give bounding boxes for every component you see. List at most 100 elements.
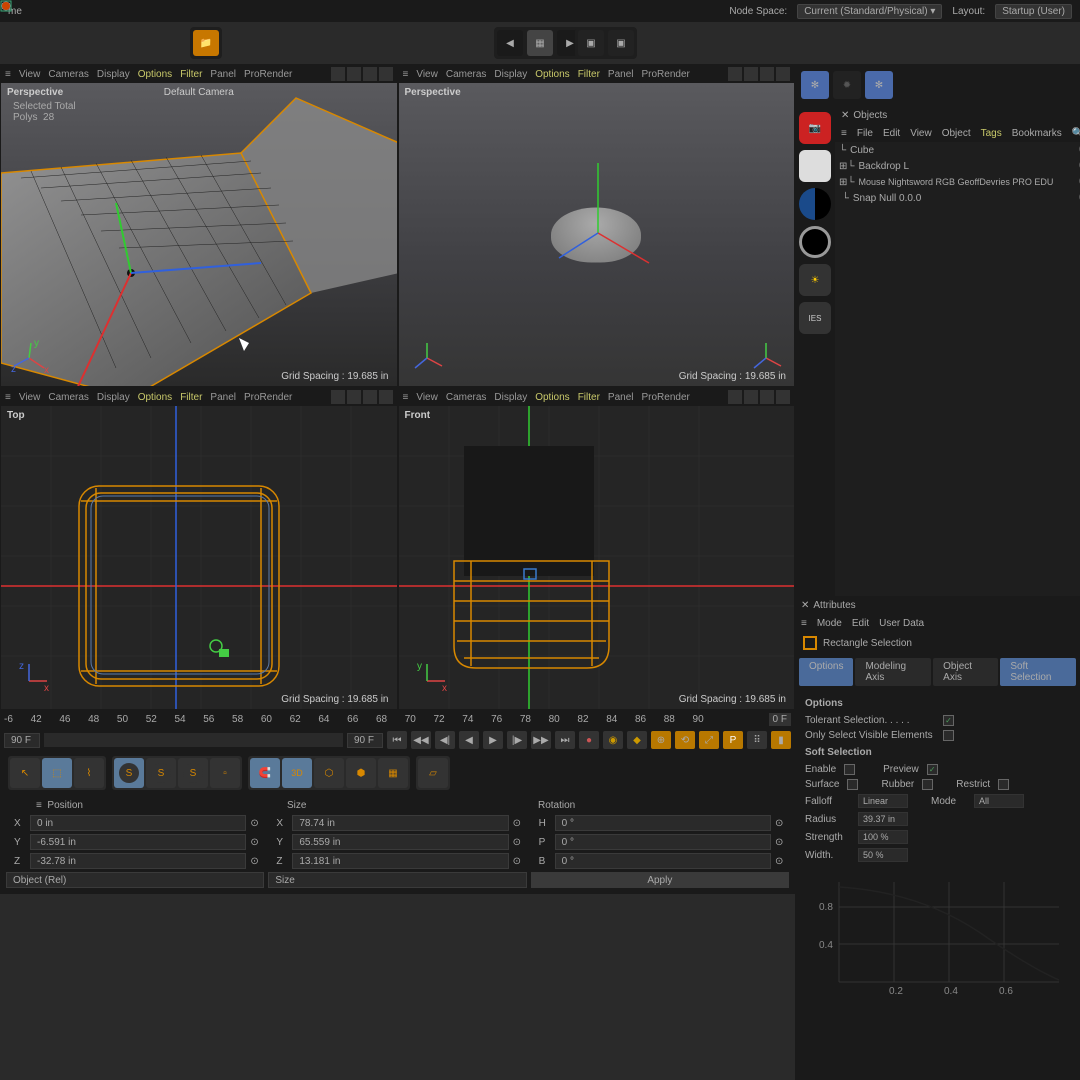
- size-x-input[interactable]: [292, 815, 508, 831]
- timeline-slider[interactable]: [44, 733, 343, 747]
- next-key-icon[interactable]: ▶▶: [531, 731, 551, 749]
- snap-tool[interactable]: S: [114, 758, 144, 788]
- pos-y-input[interactable]: [30, 834, 246, 850]
- tree-item-backdrop[interactable]: ⊞└ Backdrop L ✓: [835, 158, 1080, 174]
- strength-input[interactable]: [858, 830, 908, 844]
- fcurve-icon[interactable]: ▮: [771, 731, 791, 749]
- record-icon[interactable]: ●: [579, 731, 599, 749]
- key-param-icon[interactable]: P: [723, 731, 743, 749]
- lasso-tool[interactable]: ⌇: [74, 758, 104, 788]
- prev-frame-icon[interactable]: ◀|: [435, 731, 455, 749]
- prev-button[interactable]: ◀: [497, 30, 523, 56]
- preview-checkbox[interactable]: [927, 764, 938, 775]
- tree-item-snap-null[interactable]: └ Snap Null 0.0.0 ⊘: [835, 190, 1080, 206]
- perspective-viewport[interactable]: xyz: [1, 83, 397, 386]
- layout-dropdown[interactable]: Startup (User): [995, 4, 1072, 19]
- play-icon[interactable]: ▶: [483, 731, 503, 749]
- tolerant-checkbox[interactable]: [943, 715, 954, 726]
- rect-select-tool[interactable]: ⬚: [42, 758, 72, 788]
- snap-grid[interactable]: ▦: [378, 758, 408, 788]
- attr-menu[interactable]: ≡ModeEditUser Data: [795, 614, 1080, 632]
- workplane-tool[interactable]: ▱: [418, 758, 448, 788]
- size-mode-dropdown[interactable]: Size: [268, 872, 526, 888]
- magnet-tool[interactable]: 🧲: [250, 758, 280, 788]
- snap-3[interactable]: S: [178, 758, 208, 788]
- rot-h-input[interactable]: [555, 815, 771, 831]
- layout-button[interactable]: ▦: [527, 30, 553, 56]
- camera-icon[interactable]: 📷: [799, 112, 831, 144]
- width-input[interactable]: [858, 848, 908, 862]
- rot-b-input[interactable]: [555, 853, 771, 869]
- snap-4[interactable]: ▫: [210, 758, 240, 788]
- snap-edge[interactable]: ⬢: [346, 758, 376, 788]
- viewport-menu[interactable]: ≡ ViewCamerasDisplay OptionsFilter Panel…: [399, 65, 795, 83]
- render-button[interactable]: ▣: [578, 30, 604, 56]
- next-frame-icon[interactable]: |▶: [507, 731, 527, 749]
- falloff-dropdown[interactable]: Linear: [858, 794, 908, 808]
- enable-checkbox[interactable]: [844, 764, 855, 775]
- renderer-icon[interactable]: ✻: [801, 71, 829, 99]
- visible-only-checkbox[interactable]: [943, 730, 954, 741]
- node-space-dropdown[interactable]: Current (Standard/Physical) ▾: [797, 4, 942, 19]
- key-pos-icon[interactable]: ⊕: [651, 731, 671, 749]
- mode-dropdown[interactable]: All: [974, 794, 1024, 808]
- key-scale-icon[interactable]: ⤢: [699, 731, 719, 749]
- radius-input[interactable]: [858, 812, 908, 826]
- dope-icon[interactable]: ⠿: [747, 731, 767, 749]
- viewport-menu[interactable]: ≡ ViewCamerasDisplay OptionsFilter Panel…: [399, 388, 795, 406]
- size-z-input[interactable]: [292, 853, 508, 869]
- frame-end-input[interactable]: [347, 733, 383, 748]
- play-back-icon[interactable]: ◀: [459, 731, 479, 749]
- open-file-button[interactable]: 📁: [193, 30, 219, 56]
- top-viewport[interactable]: xz: [1, 406, 397, 709]
- tab-modeling-axis[interactable]: Modeling Axis: [855, 658, 931, 686]
- keyframe-icon[interactable]: ◆: [627, 731, 647, 749]
- tab-object-axis[interactable]: Object Axis: [933, 658, 998, 686]
- snap-3d-tool[interactable]: 3D: [282, 758, 312, 788]
- axis-widget[interactable]: xz: [9, 661, 49, 701]
- sky-icon[interactable]: [799, 188, 831, 220]
- axis-widget[interactable]: xyz: [9, 338, 49, 378]
- sun-icon[interactable]: ☀: [799, 264, 831, 296]
- tab-soft-selection[interactable]: Soft Selection: [1000, 658, 1076, 686]
- tree-item-cube[interactable]: └ Cube ✓: [835, 142, 1080, 158]
- target-light-icon[interactable]: [799, 226, 831, 258]
- area-light-icon[interactable]: [799, 150, 831, 182]
- vp-nav-icon[interactable]: [331, 67, 345, 81]
- pos-z-input[interactable]: [30, 853, 246, 869]
- vp-nav-icon[interactable]: [347, 67, 361, 81]
- tree-item-mouse[interactable]: ⊞└ Mouse Nightsword RGB GeoffDevries PRO…: [835, 174, 1080, 190]
- autokey-icon[interactable]: ◉: [603, 731, 623, 749]
- prev-key-icon[interactable]: ◀◀: [411, 731, 431, 749]
- close-icon[interactable]: ✕: [841, 110, 849, 121]
- renderer-2-icon[interactable]: ✻: [865, 71, 893, 99]
- perspective-viewport-2[interactable]: [399, 83, 795, 386]
- snap-point[interactable]: ⬡: [314, 758, 344, 788]
- rot-p-input[interactable]: [555, 834, 771, 850]
- vp-nav-icon[interactable]: [379, 67, 393, 81]
- snap-2[interactable]: S: [146, 758, 176, 788]
- viewport-menu[interactable]: ≡ ViewCamerasDisplay OptionsFilter Panel…: [1, 65, 397, 83]
- vp-nav-icon[interactable]: [363, 67, 377, 81]
- size-y-input[interactable]: [292, 834, 508, 850]
- close-icon[interactable]: ✕: [801, 600, 809, 611]
- falloff-graph[interactable]: 0.8 0.4 0.2 0.4 0.6: [799, 872, 1076, 1002]
- key-rot-icon[interactable]: ⟲: [675, 731, 695, 749]
- render-region-button[interactable]: ▣: [608, 30, 634, 56]
- apply-button[interactable]: Apply: [531, 872, 789, 888]
- settings-icon[interactable]: ✹: [833, 71, 861, 99]
- frame-ruler[interactable]: -642464850525456586062646668707274767880…: [0, 710, 795, 728]
- select-tool[interactable]: ↖: [10, 758, 40, 788]
- pos-x-input[interactable]: [30, 815, 246, 831]
- goto-end-icon[interactable]: ⏭: [555, 731, 575, 749]
- axis-widget[interactable]: xy: [407, 661, 447, 701]
- front-viewport[interactable]: xy: [399, 406, 795, 709]
- menu-icon[interactable]: ≡: [5, 69, 11, 80]
- ies-icon[interactable]: IES: [799, 302, 831, 334]
- tab-options[interactable]: Options: [799, 658, 853, 686]
- search-icon[interactable]: 🔍: [1072, 128, 1080, 139]
- coord-mode-dropdown[interactable]: Object (Rel): [6, 872, 264, 888]
- objects-menu[interactable]: ≡FileEditViewObject TagsBookmarks 🔍✦⊞: [835, 124, 1080, 142]
- viewport-menu[interactable]: ≡ ViewCamerasDisplay OptionsFilter Panel…: [1, 388, 397, 406]
- goto-start-icon[interactable]: ⏮: [387, 731, 407, 749]
